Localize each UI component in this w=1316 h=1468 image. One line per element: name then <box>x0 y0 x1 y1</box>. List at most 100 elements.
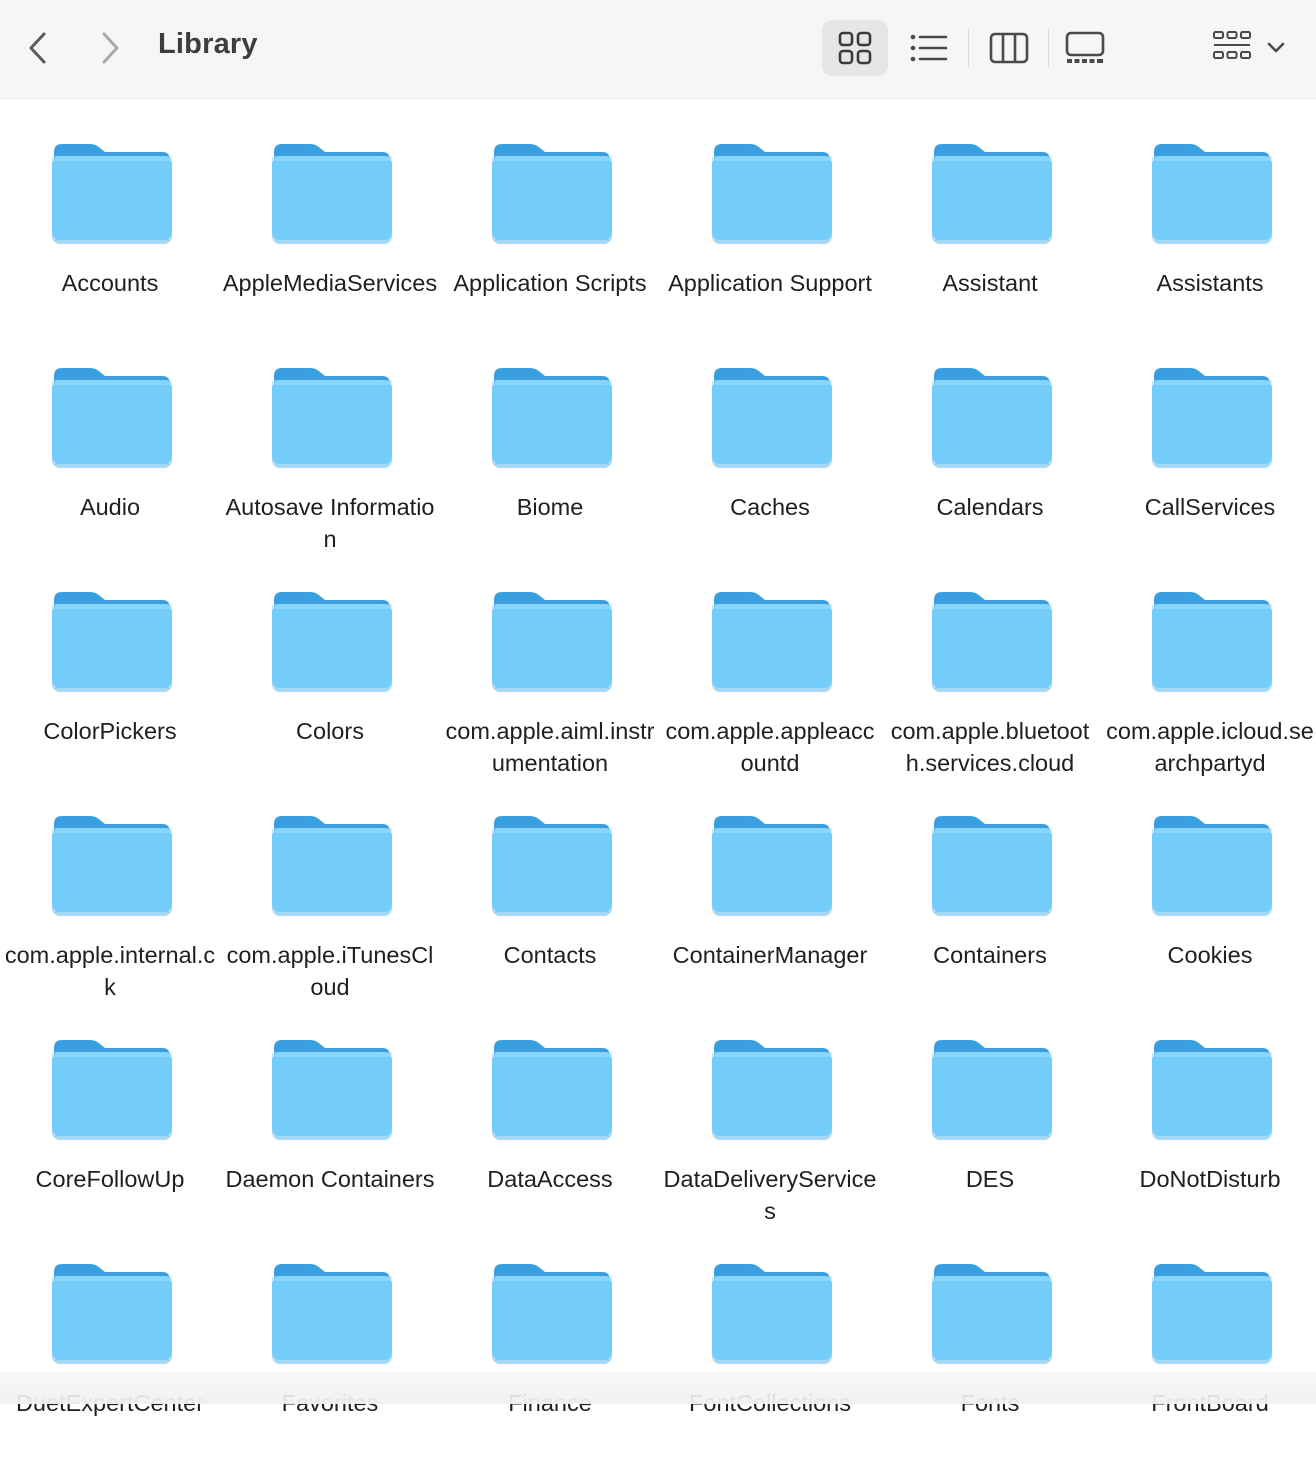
folder-label: CallServices <box>1144 494 1276 520</box>
back-button[interactable] <box>20 30 56 66</box>
folder-item[interactable]: FontCollections <box>660 1244 880 1468</box>
folder-label: com.apple.icloud.searchpartyd <box>1106 718 1314 776</box>
folder-item[interactable]: Daemon Containers <box>220 1020 440 1244</box>
folder-icon <box>712 368 832 468</box>
folder-label: DoNotDisturb <box>1139 1166 1281 1192</box>
folder-label: com.apple.internal.ck <box>4 942 216 1000</box>
folder-item[interactable]: FrontBoard <box>1100 1244 1316 1468</box>
folder-item[interactable]: Calendars <box>880 348 1100 572</box>
gallery-view-button[interactable] <box>1056 20 1114 76</box>
folder-label: DuetExpertCenter <box>15 1390 205 1416</box>
folder-item[interactable]: Audio <box>0 348 220 572</box>
folder-item[interactable]: com.apple.icloud.searchpartyd <box>1100 572 1316 796</box>
folder-icon <box>1152 144 1272 244</box>
folder-label: FrontBoard <box>1151 1390 1269 1416</box>
folder-item[interactable]: com.apple.appleaccountd <box>660 572 880 796</box>
folder-item[interactable]: CoreFollowUp <box>0 1020 220 1244</box>
folder-label: Caches <box>730 494 810 520</box>
folder-item[interactable]: Finance <box>440 1244 660 1468</box>
group-by-icon <box>1213 31 1251 59</box>
folder-label: Contacts <box>503 942 597 968</box>
folder-icon <box>1152 368 1272 468</box>
list-view-button[interactable] <box>900 20 958 76</box>
folder-icon <box>52 368 172 468</box>
folder-label: DataAccess <box>487 1166 613 1192</box>
folder-icon <box>1152 592 1272 692</box>
folder-label: Audio <box>79 494 141 520</box>
chevron-right-icon <box>102 32 119 64</box>
folder-label: Calendars <box>936 494 1044 520</box>
folder-item[interactable]: Assistants <box>1100 124 1316 348</box>
folder-icon <box>272 1040 392 1140</box>
folder-icon <box>492 1264 612 1364</box>
gallery-icon <box>1065 31 1105 63</box>
folder-label: Colors <box>296 718 364 744</box>
folder-icon <box>712 1040 832 1140</box>
folder-item[interactable]: ColorPickers <box>0 572 220 796</box>
folder-icon <box>272 368 392 468</box>
folder-item[interactable]: DoNotDisturb <box>1100 1020 1316 1244</box>
folder-item[interactable]: com.apple.iTunesCloud <box>220 796 440 1020</box>
folder-icon <box>492 592 612 692</box>
folder-label: Assistant <box>942 270 1038 296</box>
folder-item[interactable]: Cookies <box>1100 796 1316 1020</box>
folder-label: AppleMediaServices <box>222 270 438 296</box>
folder-item[interactable]: DataDeliveryServices <box>660 1020 880 1244</box>
list-icon <box>910 34 948 62</box>
folder-item[interactable]: DataAccess <box>440 1020 660 1244</box>
folder-item[interactable]: Application Support <box>660 124 880 348</box>
folder-icon <box>492 1040 612 1140</box>
chevron-left-icon <box>29 32 46 64</box>
folder-label: Application Scripts <box>453 270 647 296</box>
folder-label: com.apple.appleaccountd <box>665 718 875 776</box>
folder-label: Finance <box>508 1390 592 1416</box>
folder-label: Accounts <box>61 270 159 296</box>
folder-item[interactable]: Accounts <box>0 124 220 348</box>
folder-icon <box>52 592 172 692</box>
finder-toolbar: Library <box>0 0 1316 99</box>
folder-label: Daemon Containers <box>225 1166 435 1192</box>
folder-item[interactable]: Caches <box>660 348 880 572</box>
icon-view-button[interactable] <box>822 20 888 76</box>
folder-item[interactable]: DuetExpertCenter <box>0 1244 220 1468</box>
folder-label: com.apple.bluetooth.services.cloud <box>890 718 1090 776</box>
folder-icon <box>52 144 172 244</box>
group-by-button[interactable] <box>1204 20 1294 76</box>
folder-icon <box>932 368 1052 468</box>
folder-item[interactable]: Application Scripts <box>440 124 660 348</box>
folder-icon <box>712 144 832 244</box>
forward-button[interactable] <box>92 30 128 66</box>
toolbar-divider <box>1048 28 1049 68</box>
folder-icon <box>1152 1264 1272 1364</box>
folder-item[interactable]: Biome <box>440 348 660 572</box>
folder-item[interactable]: Colors <box>220 572 440 796</box>
folder-label: ColorPickers <box>43 718 177 744</box>
folder-item[interactable]: com.apple.internal.ck <box>0 796 220 1020</box>
folder-icon <box>1152 1040 1272 1140</box>
folder-label: com.apple.iTunesCloud <box>226 942 434 1000</box>
folder-item[interactable]: Fonts <box>880 1244 1100 1468</box>
folder-item[interactable]: DES <box>880 1020 1100 1244</box>
chevron-down-icon <box>1267 42 1285 53</box>
folder-icon <box>272 144 392 244</box>
folder-item[interactable]: Contacts <box>440 796 660 1020</box>
folder-icon <box>52 1264 172 1364</box>
folder-icon <box>1152 816 1272 916</box>
folder-item[interactable]: com.apple.aiml.instrumentation <box>440 572 660 796</box>
folder-item[interactable]: Autosave Information <box>220 348 440 572</box>
folder-label: DES <box>965 1166 1015 1192</box>
folder-icon <box>932 1040 1052 1140</box>
folder-item[interactable]: com.apple.bluetooth.services.cloud <box>880 572 1100 796</box>
column-view-button[interactable] <box>980 20 1038 76</box>
folder-item[interactable]: ContainerManager <box>660 796 880 1020</box>
folder-icon <box>712 592 832 692</box>
folder-item[interactable]: CallServices <box>1100 348 1316 572</box>
folder-label: Cookies <box>1167 942 1253 968</box>
folder-icon <box>492 368 612 468</box>
folder-item[interactable]: AppleMediaServices <box>220 124 440 348</box>
folder-item[interactable]: Assistant <box>880 124 1100 348</box>
folder-item[interactable]: Containers <box>880 796 1100 1020</box>
folder-icon <box>272 816 392 916</box>
folder-item[interactable]: Favorites <box>220 1244 440 1468</box>
folder-label: Biome <box>516 494 584 520</box>
